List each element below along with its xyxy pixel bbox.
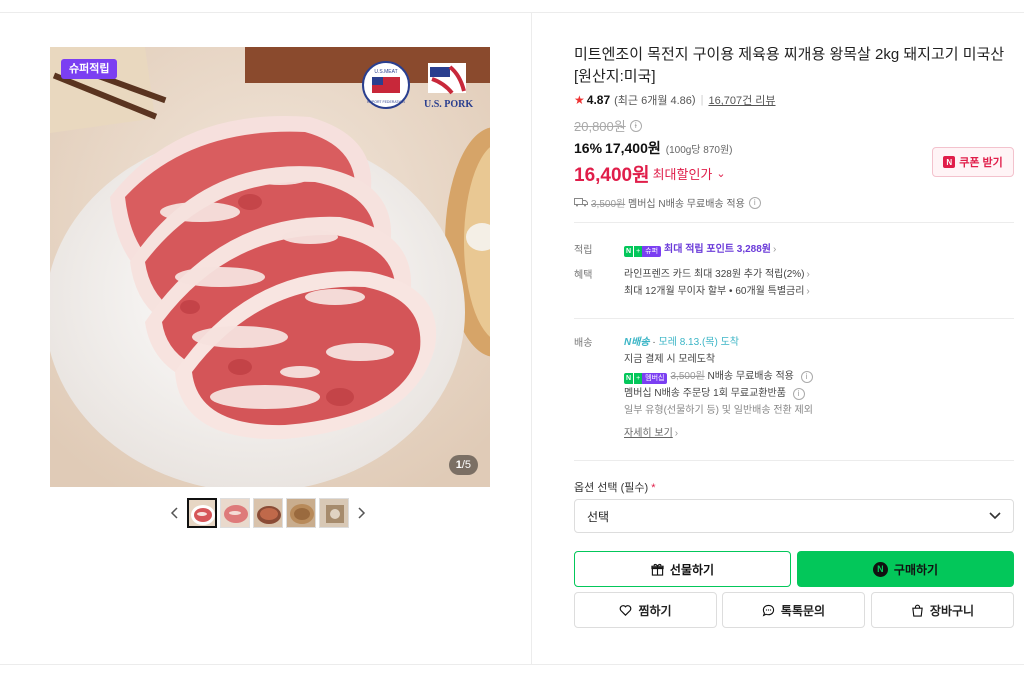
naver-plus-super-tag: N + 슈퍼 xyxy=(624,246,662,257)
unit-price: (100g당 870원) xyxy=(665,145,733,156)
thumbnail-1[interactable] xyxy=(187,498,217,528)
member-shipping-row: 3,500원 멤버십 N배송 무료배송 적용 i xyxy=(574,195,1016,210)
delivery-row: 배송 N배송 · 모레 8.13.(목) 도착 지금 결제 시 모레도착 N + 멤… xyxy=(574,334,1014,444)
original-price: 20,800원 xyxy=(574,119,626,134)
info-icon[interactable]: i xyxy=(748,196,761,209)
points-line[interactable]: N + 슈퍼 최대 적립 포인트 3,288원 › xyxy=(624,241,1014,258)
thumbnail-4[interactable] xyxy=(286,498,316,528)
super-points-badge: 슈퍼적립 xyxy=(61,59,118,79)
rating-score: 4.87 xyxy=(586,93,611,107)
cart-label: 장바구니 xyxy=(929,603,975,618)
review-count-link[interactable]: 16,707건 리뷰 xyxy=(708,92,775,108)
member-ship-old-fee: 3,500원 xyxy=(591,199,626,210)
divider-2 xyxy=(574,318,1014,319)
original-price-row: 20,800원 i xyxy=(574,116,1016,135)
rating-row: ★ 4.87 (최근 6개월 4.86) | 16,707건 리뷰 xyxy=(574,92,1016,108)
product-title: 미트엔조이 목전지 구이용 제육용 찌개용 왕목살 2kg 돼지고기 미국산 [… xyxy=(574,46,1005,85)
chevron-left-icon[interactable] xyxy=(164,498,184,528)
benefit-row: 혜택 라인프렌즈 카드 최대 328원 추가 적립(2%) › 최대 12개월 무… xyxy=(574,266,1014,306)
sale-price: 17,400원 xyxy=(605,140,661,156)
required-mark: * xyxy=(651,482,656,494)
delivery-old-fee: 3,500원 xyxy=(670,371,705,382)
chevron-right-icon: › xyxy=(806,286,810,297)
heart-icon xyxy=(620,604,632,616)
product-info: 미트엔조이 목전지 구이용 제육용 찌개용 왕목살 2kg 돼지고기 미국산 [… xyxy=(574,44,1016,210)
chevron-down-icon xyxy=(989,512,1001,520)
coupon-n-icon: N xyxy=(943,156,956,168)
thumbnail-3[interactable] xyxy=(253,498,283,528)
gift-icon xyxy=(651,563,664,576)
info-icon[interactable]: i xyxy=(800,370,813,383)
bottom-divider xyxy=(0,664,1024,665)
star-icon: ★ xyxy=(574,93,585,107)
delivery-eta-line: N배송 · 모레 8.13.(목) 도착 xyxy=(624,337,739,348)
column-divider xyxy=(531,13,532,664)
rating-detail-close: ) xyxy=(691,94,696,106)
coupon-label: 쿠폰 받기 xyxy=(959,157,1003,169)
chevron-right-icon: › xyxy=(674,428,679,439)
top-divider xyxy=(0,12,1024,13)
main-product-image[interactable]: U.S.MEAT EXPORT FEDERATION U.S. PORK 슈퍼적… xyxy=(50,47,490,487)
option-label: 옵션 선택 (필수) * xyxy=(574,482,656,494)
gift-button[interactable]: 선물하기 xyxy=(574,551,791,587)
buy-button[interactable]: N 구매하기 xyxy=(797,551,1014,587)
pork-neck-photo: U.S.MEAT EXPORT FEDERATION U.S. PORK xyxy=(50,47,490,487)
benefit-label: 혜택 xyxy=(574,270,593,281)
tomorrow-delivery-tag: N배송 xyxy=(624,337,650,348)
naver-plus-member-tag: N + 멤버십 xyxy=(624,373,668,384)
delivery-eta: 모레 8.13.(목) 도착 xyxy=(658,337,739,348)
benefit-line-2[interactable]: 최대 12개월 무이자 할부 • 60개월 특별금리 › xyxy=(624,283,1014,300)
image-counter: 1/5 xyxy=(448,455,478,475)
gift-label: 선물하기 xyxy=(669,562,715,577)
option-select[interactable]: 선택 xyxy=(574,499,1014,533)
detail-link[interactable]: 자세히 보기 xyxy=(624,428,673,439)
delivery-label: 배송 xyxy=(574,338,593,349)
option-select-value: 선택 xyxy=(587,509,610,524)
shopping-bag-icon xyxy=(912,604,923,617)
thumbnail-5[interactable] xyxy=(319,498,349,528)
benefit-line-1[interactable]: 라인프렌즈 카드 최대 328원 추가 적립(2%) › xyxy=(624,266,1014,283)
member-ship-text: 멤버십 N배송 무료배송 적용 xyxy=(628,199,745,210)
chevron-right-icon: › xyxy=(806,269,810,280)
detail-link-row: 자세히 보기 › xyxy=(624,425,1014,442)
info-icon[interactable]: i xyxy=(792,387,805,400)
svg-text:EXPORT FEDERATION: EXPORT FEDERATION xyxy=(367,100,405,104)
svg-text:U.S.MEAT: U.S.MEAT xyxy=(374,69,397,75)
points-row: 적립 N + 슈퍼 최대 적립 포인트 3,288원 › xyxy=(574,241,1014,261)
chevron-right-icon: › xyxy=(773,244,777,255)
cart-button[interactable]: 장바구니 xyxy=(871,592,1014,628)
points-label: 적립 xyxy=(574,245,593,256)
delivery-line-3: N + 멤버십 3,500원 N배송 무료배송 적용 i xyxy=(624,368,1014,385)
thumbnail-strip xyxy=(164,498,372,528)
best-price: 16,400원 xyxy=(574,165,650,186)
buy-label: 구매하기 xyxy=(893,562,939,577)
divider-3 xyxy=(574,460,1014,461)
discount-percent: 16% xyxy=(574,140,603,156)
chevron-down-icon: ⌄ xyxy=(716,168,726,180)
points-text: 최대 적립 포인트 3,288원 xyxy=(664,244,772,255)
delivery-line-5: 일부 유형(선물하기 등) 및 일반배송 전환 제외 xyxy=(624,405,813,416)
chat-bubble-icon xyxy=(762,604,775,617)
best-price-label: 최대할인가 xyxy=(652,167,713,182)
wishlist-button[interactable]: 찜하기 xyxy=(574,592,717,628)
coupon-button[interactable]: N 쿠폰 받기 xyxy=(932,147,1014,177)
rating-separator: | xyxy=(700,94,704,106)
talk-label: 톡톡문의 xyxy=(780,603,826,618)
delivery-line-2: 지금 결제 시 모레도착 xyxy=(624,354,716,365)
info-icon[interactable]: i xyxy=(629,119,642,132)
naver-pay-icon: N xyxy=(872,561,888,577)
wishlist-label: 찜하기 xyxy=(638,603,672,618)
image-counter-total: /5 xyxy=(461,459,471,471)
chevron-right-icon[interactable] xyxy=(352,498,372,528)
talk-inquiry-button[interactable]: 톡톡문의 xyxy=(722,592,865,628)
thumbnail-2[interactable] xyxy=(220,498,250,528)
svg-text:U.S. PORK: U.S. PORK xyxy=(424,99,473,110)
truck-icon xyxy=(574,198,588,207)
divider-1 xyxy=(574,222,1014,223)
delivery-line-4: 멤버십 N배송 주문당 1회 무료교환반품 i xyxy=(624,385,1014,402)
rating-detail: (최근 6개월 4.86 xyxy=(614,95,692,107)
